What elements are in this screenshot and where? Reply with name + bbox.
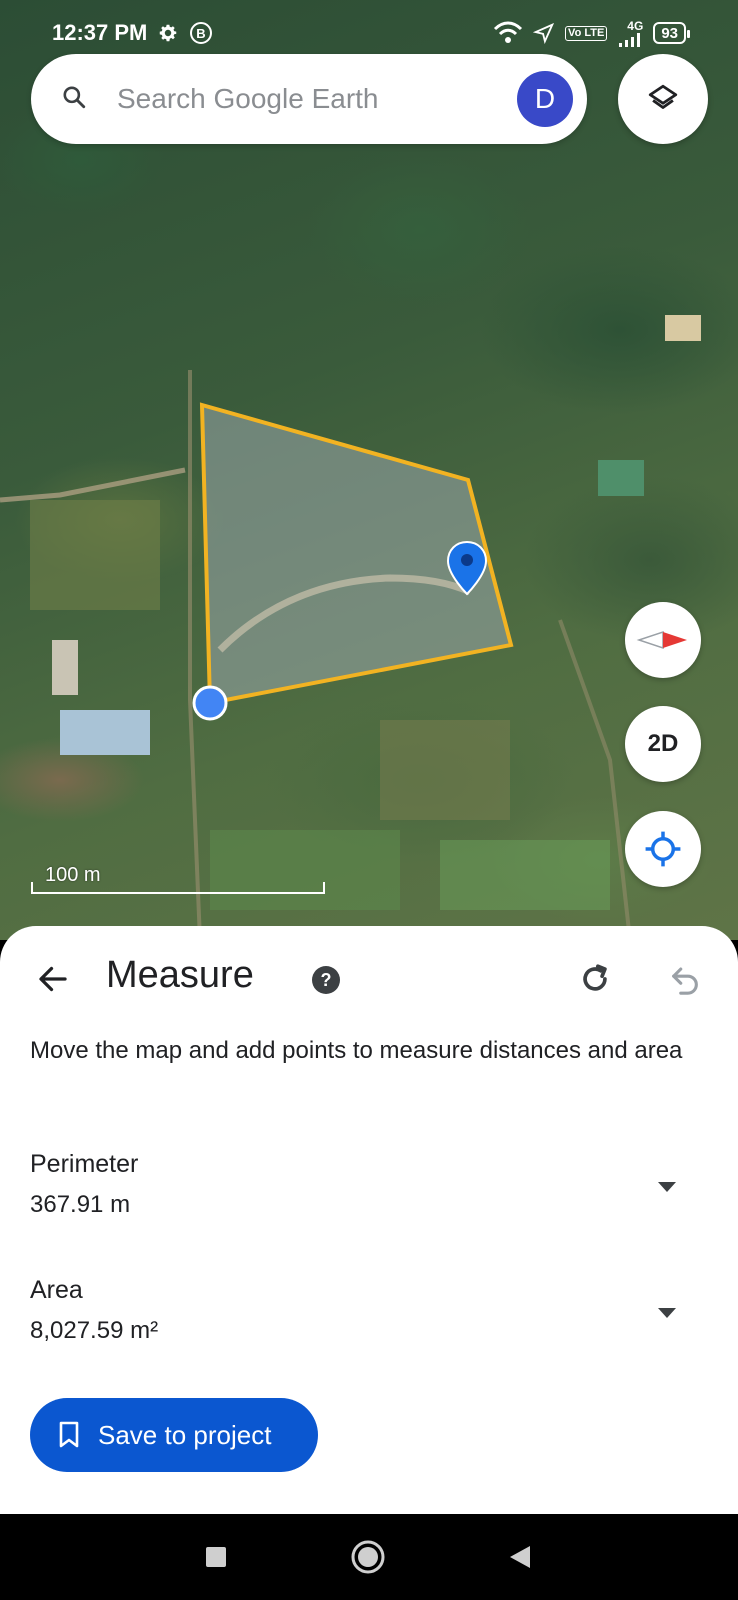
volte-badge: Vo LTE — [565, 25, 608, 41]
field-patch — [30, 500, 160, 610]
nav-back-button[interactable] — [490, 1527, 550, 1587]
avatar[interactable]: D — [517, 71, 573, 127]
field-patch — [380, 720, 510, 820]
search-bar[interactable]: Search Google Earth D — [31, 54, 587, 144]
circle-icon — [351, 1540, 385, 1574]
field-patch — [440, 840, 610, 910]
building-roof — [665, 315, 701, 341]
b-badge-icon: B — [189, 21, 213, 45]
area-section[interactable]: Area 8,027.59 m² — [30, 1276, 710, 1356]
network-type: 4G — [627, 19, 644, 33]
compass-icon — [636, 630, 687, 650]
battery-indicator: 93 — [653, 22, 690, 44]
scale-line — [31, 882, 325, 894]
perimeter-value: 367.91 m — [30, 1191, 131, 1218]
dropdown-arrow-icon — [658, 1182, 676, 1192]
perimeter-label: Perimeter — [30, 1150, 139, 1178]
battery-level: 93 — [661, 24, 678, 42]
square-icon — [206, 1547, 226, 1567]
network-indicator: 4G — [617, 19, 643, 47]
measure-header: Measure ? — [0, 926, 738, 1026]
search-icon — [61, 84, 87, 115]
measure-panel: Measure ? Move the map and add points to… — [0, 926, 738, 1514]
status-time: 12:37 PM — [52, 20, 148, 45]
home-button[interactable] — [338, 1527, 398, 1587]
back-button[interactable] — [30, 956, 76, 1002]
my-location-icon — [645, 831, 681, 867]
area-label: Area — [30, 1276, 83, 1304]
building-roof — [52, 640, 78, 695]
svg-text:B: B — [197, 26, 206, 41]
recents-button[interactable] — [186, 1527, 246, 1587]
undo-button[interactable] — [664, 958, 706, 1000]
area-unit-dropdown[interactable] — [652, 1298, 682, 1328]
my-location-button[interactable] — [625, 811, 701, 887]
compass-button[interactable] — [625, 602, 701, 678]
measure-instructions: Move the map and add points to measure d… — [30, 1037, 683, 1064]
map-scale-bar: 100 m — [31, 864, 325, 894]
wifi-icon — [493, 21, 523, 45]
save-to-project-button[interactable]: Save to project — [30, 1398, 318, 1472]
undo-icon — [672, 967, 698, 995]
perimeter-unit-dropdown[interactable] — [652, 1172, 682, 1202]
help-icon[interactable]: ? — [312, 966, 340, 994]
map-pin-icon[interactable] — [446, 540, 488, 596]
road — [188, 370, 202, 940]
system-nav-bar — [0, 1514, 738, 1600]
area-value: 8,027.59 m² — [30, 1317, 159, 1344]
page-title: Measure — [106, 954, 254, 996]
triangle-back-icon — [510, 1546, 530, 1568]
layers-icon — [648, 84, 678, 109]
start-point-marker[interactable] — [192, 685, 228, 721]
road — [0, 467, 186, 503]
arrow-back-icon — [39, 966, 67, 992]
bookmark-icon — [59, 1421, 79, 1448]
redo-button[interactable] — [574, 958, 616, 1000]
save-to-project-label: Save to project — [98, 1419, 272, 1450]
building-roof — [60, 710, 150, 755]
pond — [598, 460, 644, 496]
layers-button[interactable] — [618, 54, 708, 144]
signal-icon — [619, 33, 641, 47]
search-placeholder[interactable]: Search Google Earth — [117, 83, 517, 115]
dropdown-arrow-icon — [658, 1308, 676, 1318]
view-mode-2d-button[interactable]: 2D — [625, 706, 701, 782]
redo-icon — [583, 964, 607, 991]
settings-gear-icon — [157, 22, 179, 44]
perimeter-section[interactable]: Perimeter 367.91 m — [30, 1150, 710, 1230]
location-arrow-icon — [533, 22, 555, 44]
